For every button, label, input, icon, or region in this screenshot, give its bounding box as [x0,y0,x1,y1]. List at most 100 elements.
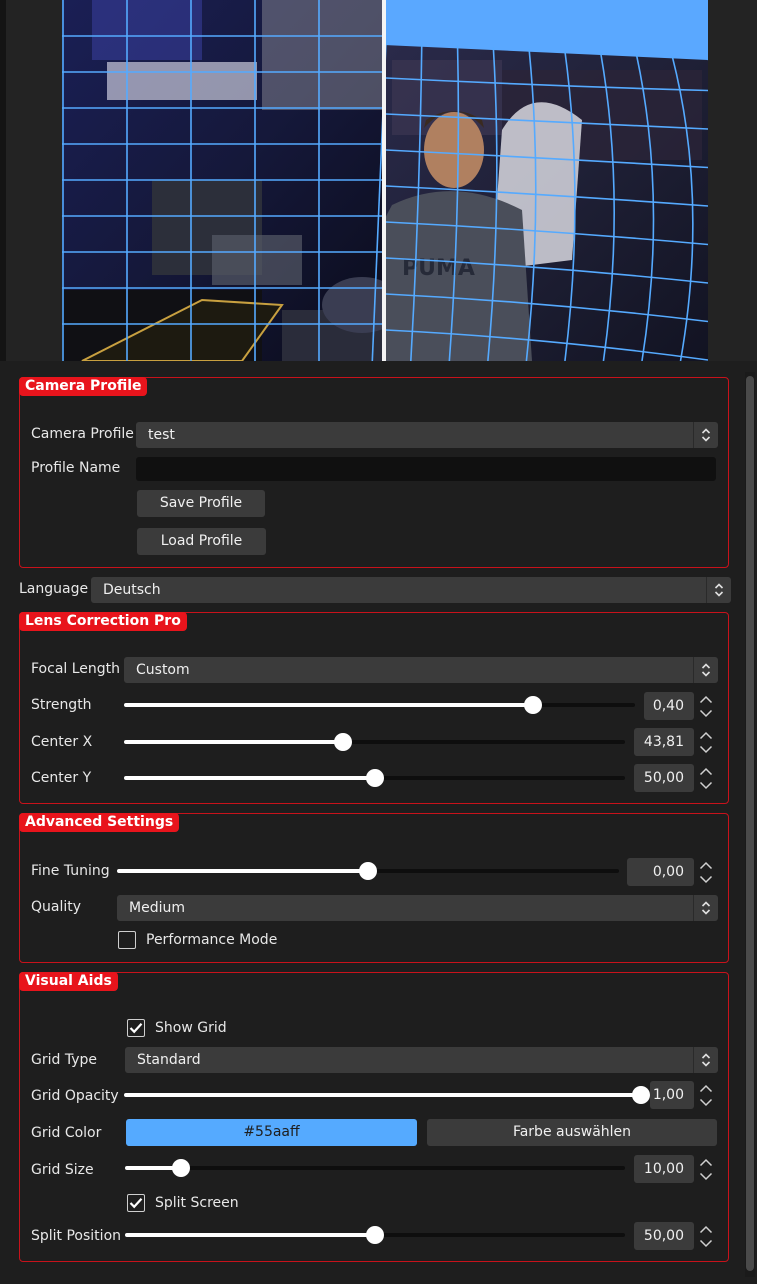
strength-spinbox[interactable]: 0,40 [644,692,716,720]
up-down-chevron-icon [693,657,718,683]
chevron-up-icon[interactable] [696,764,716,778]
split-position-slider-fill [125,1233,375,1237]
fine-tuning-value[interactable]: 0,00 [627,858,694,886]
grid-opacity-value[interactable]: 1,00 [650,1081,694,1109]
fine-tuning-slider[interactable] [117,862,619,880]
grid-size-value[interactable]: 10,00 [634,1155,694,1183]
chevron-up-icon[interactable] [696,1155,716,1169]
performance-mode-checkbox[interactable] [118,931,136,949]
chevron-down-icon[interactable] [696,778,716,792]
language-label: Language [19,581,89,597]
split-line[interactable] [382,0,386,361]
chevron-up-icon[interactable] [696,692,716,706]
camera-profile-value: test [148,427,175,443]
center-y-value[interactable]: 50,00 [634,764,694,792]
grid-opacity-spinbox[interactable]: 1,00 [650,1081,716,1109]
show-grid-label: Show Grid [155,1020,227,1036]
center-y-label: Center Y [31,770,92,786]
center-y-spinbox[interactable]: 50,00 [634,764,716,792]
preview-right-image: PUMA [384,0,708,361]
visual-aids-title: Visual Aids [19,972,118,991]
preview-canvas: PUMA [62,0,708,361]
split-screen-label: Split Screen [155,1195,239,1211]
center-y-slider-fill [124,776,375,780]
checkmark-icon [129,1023,143,1034]
quality-label: Quality [31,899,82,915]
visual-aids-group: Visual Aids [19,972,729,1262]
quality-select[interactable]: Medium [117,895,718,921]
center-x-slider-fill [124,740,344,744]
strength-label: Strength [31,697,92,713]
lens-correction-title: Lens Correction Pro [19,612,187,631]
chevron-down-icon[interactable] [696,1236,716,1250]
up-down-chevron-icon [693,1047,718,1073]
split-position-label: Split Position [31,1228,122,1244]
center-x-value[interactable]: 43,81 [634,728,694,756]
quality-value: Medium [129,900,185,916]
grid-type-value: Standard [137,1052,201,1068]
focal-length-value: Custom [136,662,190,678]
split-position-value[interactable]: 50,00 [634,1222,694,1250]
profile-name-label: Profile Name [31,460,121,476]
focal-length-select[interactable]: Custom [124,657,718,683]
chevron-down-icon[interactable] [696,706,716,720]
vertical-scrollbar[interactable] [745,372,755,1277]
camera-profile-title: Camera Profile [19,377,148,396]
focal-length-label: Focal Length [31,661,121,677]
choose-color-button[interactable]: Farbe auswählen [427,1119,717,1146]
center-y-slider-handle[interactable] [365,769,384,787]
grid-color-swatch[interactable]: #55aaff [126,1119,417,1146]
show-grid-checkbox[interactable] [127,1019,145,1037]
up-down-chevron-icon [693,895,718,921]
strength-slider-fill [124,703,533,707]
grid-size-slider-handle[interactable] [171,1159,190,1177]
chevron-up-icon[interactable] [696,1222,716,1236]
center-x-spinbox[interactable]: 43,81 [634,728,716,756]
fine-tuning-slider-fill [117,869,368,873]
chevron-up-icon[interactable] [696,858,716,872]
grid-opacity-slider-fill [124,1093,641,1097]
language-value: Deutsch [103,582,161,598]
center-y-slider[interactable] [124,769,625,787]
split-position-slider-handle[interactable] [366,1226,384,1244]
fine-tuning-slider-handle[interactable] [359,862,377,880]
chevron-up-icon[interactable] [696,728,716,742]
checkmark-icon [129,1198,143,1209]
performance-mode-label: Performance Mode [146,932,278,948]
grid-size-spinbox[interactable]: 10,00 [634,1155,716,1183]
split-screen-checkbox[interactable] [127,1194,145,1212]
scrollbar-thumb[interactable] [746,376,754,1271]
fine-tuning-spinbox[interactable]: 0,00 [627,858,716,886]
save-profile-button[interactable]: Save Profile [137,490,265,517]
load-profile-button[interactable]: Load Profile [137,528,266,555]
grid-type-label: Grid Type [31,1052,97,1068]
up-down-chevron-icon [693,422,718,448]
split-position-slider[interactable] [125,1226,625,1244]
camera-profile-label: Camera Profile [31,426,134,442]
language-select[interactable]: Deutsch [91,577,731,603]
grid-type-select[interactable]: Standard [125,1047,718,1073]
advanced-settings-title: Advanced Settings [19,813,180,832]
grid-color-label: Grid Color [31,1125,102,1141]
fine-tuning-label: Fine Tuning [31,863,110,879]
grid-opacity-label: Grid Opacity [31,1088,119,1104]
strength-slider-handle[interactable] [523,696,542,714]
chevron-up-icon[interactable] [696,1081,716,1095]
up-down-chevron-icon [706,577,731,603]
center-x-slider[interactable] [124,733,625,751]
camera-profile-select[interactable]: test [136,422,718,448]
profile-name-input[interactable] [136,457,716,481]
center-x-label: Center X [31,734,93,750]
grid-size-slider[interactable] [125,1159,625,1177]
strength-value[interactable]: 0,40 [644,692,694,720]
grid-size-label: Grid Size [31,1162,94,1178]
strength-slider[interactable] [124,696,635,714]
split-position-spinbox[interactable]: 50,00 [634,1222,716,1250]
grid-opacity-slider[interactable] [124,1086,650,1104]
preview-left-border [0,0,6,361]
chevron-down-icon[interactable] [696,742,716,756]
chevron-down-icon[interactable] [696,1095,716,1109]
grid-opacity-slider-handle[interactable] [632,1086,650,1104]
chevron-down-icon[interactable] [696,1169,716,1183]
chevron-down-icon[interactable] [696,872,716,886]
